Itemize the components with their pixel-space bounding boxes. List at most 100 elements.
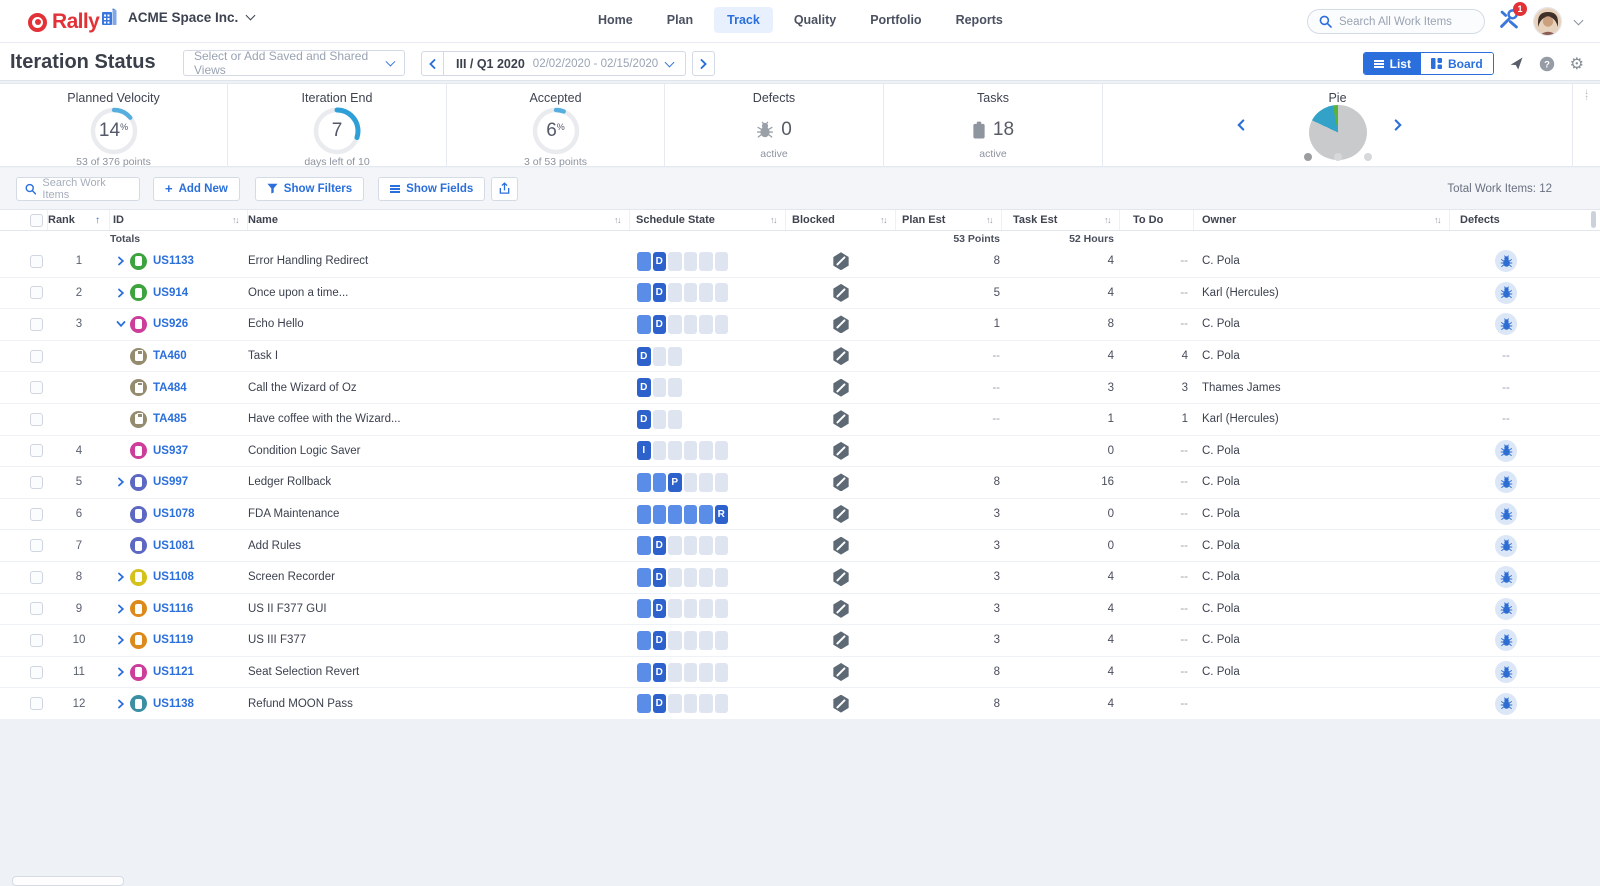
defects-button[interactable] [1495, 471, 1517, 493]
row-checkbox[interactable] [30, 602, 43, 615]
schedule-state-pill[interactable] [637, 473, 651, 492]
schedule-state-pill[interactable]: D [653, 252, 667, 271]
schedule-state-pill[interactable] [668, 378, 682, 397]
row-checkbox[interactable] [30, 413, 43, 426]
schedule-state-pill[interactable] [668, 283, 682, 302]
col-header-name[interactable]: Name↑↓ [248, 210, 630, 230]
col-header-owner[interactable]: Owner↑↓ [1194, 210, 1450, 230]
schedule-state-pill[interactable] [668, 663, 682, 682]
expand-chevron-icon[interactable] [112, 253, 130, 269]
schedule-state-pill[interactable] [637, 536, 651, 555]
not-blocked-icon[interactable] [833, 631, 850, 649]
sort-icon[interactable]: ↑↓ [986, 215, 992, 225]
schedule-state-pill[interactable] [653, 347, 667, 366]
schedule-state-pill[interactable] [668, 441, 682, 460]
row-checkbox[interactable] [30, 508, 43, 521]
defects-button[interactable] [1495, 566, 1517, 588]
work-item-name[interactable]: Echo Hello [248, 318, 304, 330]
select-all-checkbox[interactable] [30, 214, 43, 227]
work-item-name[interactable]: Seat Selection Revert [248, 666, 359, 678]
schedule-state-pill[interactable] [637, 631, 651, 650]
user-avatar[interactable] [1533, 7, 1562, 36]
chart-page-dot[interactable] [1364, 153, 1372, 161]
defects-button[interactable] [1495, 313, 1517, 335]
nav-tab-home[interactable]: Home [585, 7, 646, 33]
work-item-link[interactable]: TA485 [153, 413, 187, 425]
iteration-selector[interactable]: III / Q1 2020 02/02/2020 - 02/15/2020 [444, 51, 686, 76]
sort-icon[interactable]: ↑↓ [880, 215, 886, 225]
not-blocked-icon[interactable] [833, 442, 850, 460]
schedule-state-pill[interactable] [684, 663, 698, 682]
chart-page-dot[interactable] [1334, 153, 1342, 161]
not-blocked-icon[interactable] [833, 315, 850, 333]
schedule-state-pill[interactable]: D [637, 378, 651, 397]
schedule-state-pill[interactable]: D [637, 410, 651, 429]
work-item-name[interactable]: Have coffee with the Wizard... [248, 413, 401, 425]
schedule-state-pill[interactable] [653, 410, 667, 429]
expand-chevron-icon[interactable] [112, 632, 130, 648]
defects-button[interactable] [1495, 661, 1517, 683]
schedule-state-pill[interactable] [699, 536, 713, 555]
row-checkbox[interactable] [30, 571, 43, 584]
defects-button[interactable] [1495, 598, 1517, 620]
not-blocked-icon[interactable] [833, 695, 850, 713]
schedule-state-pill[interactable] [653, 473, 667, 492]
schedule-state-pill[interactable]: P [668, 473, 682, 492]
not-blocked-icon[interactable] [833, 568, 850, 586]
work-item-name[interactable]: Add Rules [248, 540, 301, 552]
work-item-link[interactable]: US914 [153, 287, 188, 299]
chart-page-dot[interactable] [1304, 153, 1312, 161]
show-fields-button[interactable]: Show Fields [378, 177, 485, 201]
schedule-state-pill[interactable]: D [653, 283, 667, 302]
show-filters-button[interactable]: Show Filters [255, 177, 364, 201]
schedule-state-pill[interactable] [668, 599, 682, 618]
schedule-state-pill[interactable] [699, 473, 713, 492]
schedule-state-pill[interactable] [715, 694, 729, 713]
not-blocked-icon[interactable] [833, 600, 850, 618]
schedule-state-pill[interactable]: D [653, 536, 667, 555]
schedule-state-pill[interactable] [715, 599, 729, 618]
schedule-state-pill[interactable] [699, 441, 713, 460]
schedule-state-pill[interactable] [715, 473, 729, 492]
sort-icon[interactable]: ↑↓ [232, 215, 238, 225]
expand-chevron-icon[interactable] [112, 474, 130, 490]
collapse-chevron-icon[interactable] [112, 316, 130, 332]
work-item-name[interactable]: Condition Logic Saver [248, 445, 361, 457]
schedule-state-pill[interactable] [653, 505, 667, 524]
work-item-link[interactable]: US1078 [153, 508, 195, 520]
work-item-link[interactable]: TA460 [153, 350, 187, 362]
rally-logo[interactable]: Rally [28, 10, 99, 34]
schedule-state-pill[interactable] [684, 568, 698, 587]
schedule-state-pill[interactable] [699, 283, 713, 302]
schedule-state-pill[interactable] [699, 599, 713, 618]
schedule-state-pill[interactable]: D [653, 631, 667, 650]
row-checkbox[interactable] [30, 666, 43, 679]
sort-icon[interactable]: ↑↓ [1434, 215, 1440, 225]
schedule-state-pill[interactable] [637, 252, 651, 271]
schedule-state-pill[interactable] [668, 410, 682, 429]
schedule-state-pill[interactable] [715, 663, 729, 682]
not-blocked-icon[interactable] [833, 410, 850, 428]
schedule-state-pill[interactable] [653, 378, 667, 397]
panel-resize-handle[interactable]: ↓↑ [1573, 84, 1600, 166]
schedule-state-pill[interactable]: D [653, 315, 667, 334]
work-items-search-input[interactable]: Search Work Items [16, 177, 140, 201]
schedule-state-pill[interactable] [668, 568, 682, 587]
work-item-name[interactable]: US III F377 [248, 634, 306, 646]
work-item-name[interactable]: Error Handling Redirect [248, 255, 368, 267]
not-blocked-icon[interactable] [833, 505, 850, 523]
work-item-link[interactable]: US997 [153, 476, 188, 488]
schedule-state-pill[interactable] [637, 505, 651, 524]
work-item-link[interactable]: US1119 [153, 634, 193, 646]
not-blocked-icon[interactable] [833, 347, 850, 365]
work-item-name[interactable]: Screen Recorder [248, 571, 335, 583]
sort-icon[interactable]: ↑↓ [614, 215, 620, 225]
work-item-link[interactable]: US1081 [153, 540, 195, 552]
row-checkbox[interactable] [30, 286, 43, 299]
schedule-state-pill[interactable] [653, 441, 667, 460]
pie-next-button[interactable] [1393, 118, 1403, 136]
saved-views-dropdown[interactable]: Select or Add Saved and Shared Views [183, 50, 405, 76]
row-checkbox[interactable] [30, 539, 43, 552]
sort-icon[interactable]: ↑↓ [1104, 215, 1110, 225]
row-checkbox[interactable] [30, 350, 43, 363]
